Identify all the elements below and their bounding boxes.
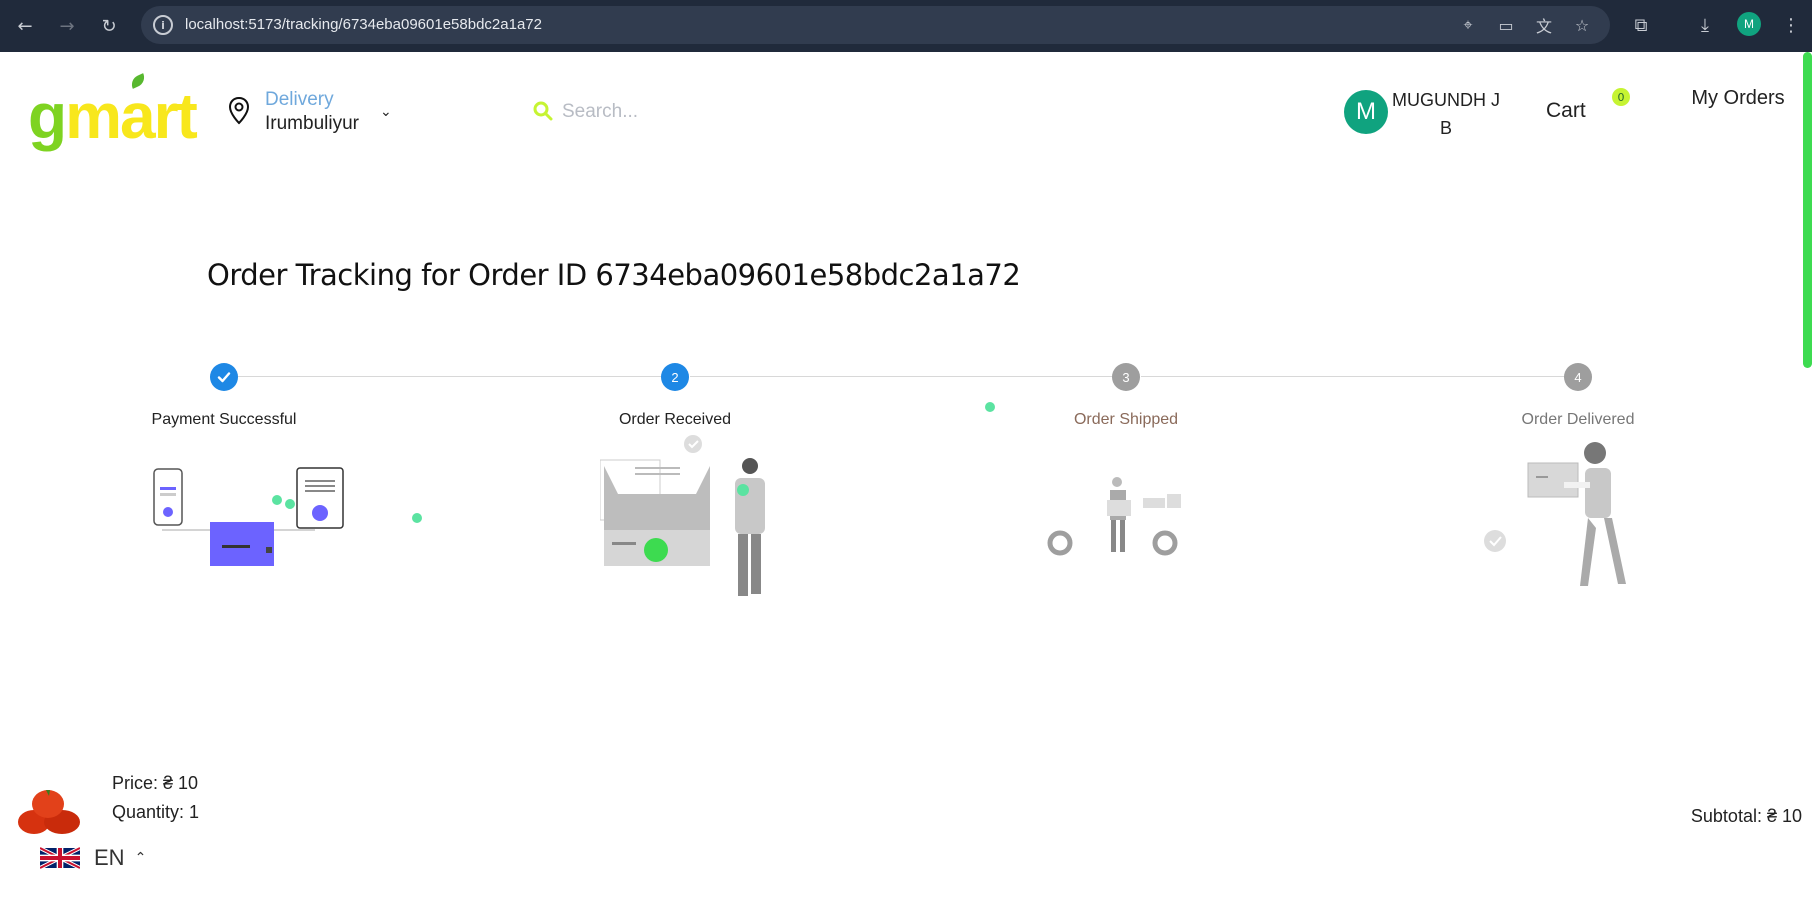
step-connector [690, 376, 1113, 377]
browser-toolbar: ← → ↻ i localhost:5173/tracking/6734eba0… [0, 0, 1812, 52]
page-scrollbar[interactable] [1803, 52, 1812, 368]
step-3-indicator: 3 [1112, 363, 1140, 391]
search-input[interactable] [562, 97, 862, 127]
step-connector [238, 376, 661, 377]
browser-menu-icon[interactable]: ⋮ [1778, 12, 1804, 38]
uk-flag-icon [40, 846, 80, 870]
cart-count-badge: 0 [1612, 88, 1630, 106]
order-delivered-illustration [1484, 442, 1626, 586]
payment-illustration [153, 467, 344, 566]
chevron-up-icon: ⌃ [134, 850, 147, 866]
item-quantity: Quantity: 1 [112, 802, 200, 822]
address-bar[interactable]: i localhost:5173/tracking/6734eba09601e5… [141, 6, 1610, 44]
extensions-icon[interactable]: ⧉ [1628, 12, 1654, 38]
gmart-logo[interactable]: gmart [28, 73, 198, 148]
browser-profile-avatar[interactable]: M [1737, 12, 1761, 36]
step-2-indicator: 2 [661, 363, 689, 391]
chevron-down-icon[interactable]: ⌄ [380, 104, 392, 120]
page-title: Order Tracking for Order ID 6734eba09601… [207, 258, 1021, 292]
install-app-icon[interactable]: ▭ [1495, 14, 1517, 36]
order-received-illustration [600, 435, 765, 596]
reload-icon[interactable]: ↻ [95, 12, 123, 40]
step-1-check-icon [210, 363, 238, 391]
language-selector[interactable]: EN ⌃ [40, 842, 146, 874]
url-text: localhost:5173/tracking/6734eba09601e58b… [185, 16, 542, 33]
step-2-label: Order Received [618, 411, 732, 428]
back-arrow-icon[interactable]: ← [11, 12, 39, 40]
decor-dot [985, 402, 995, 412]
cart-link[interactable]: Cart [1546, 99, 1586, 123]
step-1-label: Payment Successful [151, 411, 297, 428]
my-orders-link[interactable]: My Orders [1690, 84, 1786, 112]
site-info-icon[interactable]: i [153, 15, 173, 35]
map-pin-icon [228, 96, 250, 125]
delivery-location[interactable]: Irumbuliyur [265, 113, 359, 135]
decor-dot [285, 499, 295, 509]
user-name[interactable]: MUGUNDH J B [1388, 86, 1504, 142]
step-3-label: Order Shipped [1073, 411, 1179, 428]
order-subtotal: Subtotal: ₴ 10 [1690, 806, 1802, 826]
location-pin-icon[interactable]: ⌖ [1457, 14, 1479, 36]
download-icon[interactable]: ⤓ [1692, 12, 1718, 38]
step-4-indicator: 4 [1564, 363, 1592, 391]
step-4-label: Order Delivered [1521, 411, 1635, 428]
translate-icon[interactable]: 文 [1533, 14, 1555, 36]
decor-dot [272, 495, 282, 505]
step-connector [1141, 376, 1565, 377]
item-price: Price: ₴ 10 [112, 773, 199, 793]
language-code: EN [94, 845, 125, 870]
bookmark-star-icon[interactable]: ☆ [1571, 14, 1593, 36]
user-avatar[interactable]: M [1344, 90, 1388, 134]
order-shipped-illustration [1047, 477, 1181, 556]
forward-arrow-icon[interactable]: → [53, 12, 81, 40]
decor-dot [412, 513, 422, 523]
tomato-product-image [18, 790, 80, 834]
search-icon [533, 101, 553, 121]
delivery-label[interactable]: Delivery [265, 89, 334, 111]
